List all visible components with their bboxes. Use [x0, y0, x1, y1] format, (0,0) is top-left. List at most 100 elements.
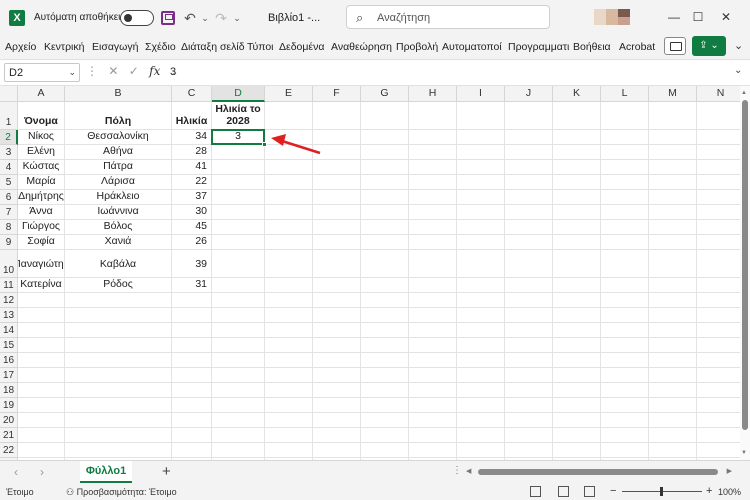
scroll-right-icon[interactable]: ▶: [727, 467, 732, 475]
grid-cell[interactable]: [361, 130, 409, 145]
grid-cell[interactable]: [553, 383, 601, 398]
table-cell[interactable]: Μαρία: [18, 175, 65, 190]
tab-review[interactable]: Αναθεώρηση: [331, 41, 392, 53]
column-header[interactable]: G: [361, 86, 409, 102]
table-cell[interactable]: Όνομα: [18, 102, 65, 130]
grid-cell[interactable]: [265, 160, 313, 175]
table-cell[interactable]: Άννα: [18, 205, 65, 220]
grid-cell[interactable]: [649, 323, 697, 338]
grid-cell[interactable]: [212, 308, 265, 323]
grid-cell[interactable]: [601, 278, 649, 293]
sheet-tab[interactable]: Φύλλο1: [80, 461, 132, 483]
grid-cell[interactable]: [361, 368, 409, 383]
column-header[interactable]: F: [313, 86, 361, 102]
grid-cell[interactable]: [601, 205, 649, 220]
grid-cell[interactable]: [361, 293, 409, 308]
grid-cell[interactable]: [697, 190, 740, 205]
grid-cell[interactable]: [172, 323, 212, 338]
page-layout-view-icon[interactable]: [558, 486, 569, 497]
grid-cell[interactable]: [409, 398, 457, 413]
grid-cell[interactable]: [649, 383, 697, 398]
table-cell[interactable]: Αθήνα: [65, 145, 172, 160]
grid-cell[interactable]: [313, 338, 361, 353]
accessibility-status[interactable]: ⚇ Προσβασιμότητα: Έτοιμο: [66, 487, 177, 498]
grid-cell[interactable]: [313, 205, 361, 220]
row-header[interactable]: 2: [0, 130, 18, 145]
grid-cell[interactable]: [697, 368, 740, 383]
grid-cell[interactable]: [172, 428, 212, 443]
grid-cell[interactable]: [601, 338, 649, 353]
row-header[interactable]: 6: [0, 190, 18, 205]
grid-cell[interactable]: [265, 398, 313, 413]
grid-cell[interactable]: [553, 428, 601, 443]
grid-cell[interactable]: [649, 368, 697, 383]
grid-cell[interactable]: [457, 398, 505, 413]
grid-cell[interactable]: [18, 368, 65, 383]
grid-cell[interactable]: [457, 413, 505, 428]
grid-cell[interactable]: [265, 383, 313, 398]
row-header[interactable]: 14: [0, 323, 18, 338]
grid-cell[interactable]: [649, 190, 697, 205]
tab-data[interactable]: Δεδομένα: [279, 41, 324, 53]
grid-cell[interactable]: [601, 250, 649, 278]
grid-cell[interactable]: [457, 190, 505, 205]
grid-cell[interactable]: [409, 323, 457, 338]
grid-cell[interactable]: [313, 190, 361, 205]
grid-cell[interactable]: [553, 250, 601, 278]
grid-cell[interactable]: [18, 443, 65, 458]
grid-cell[interactable]: [649, 130, 697, 145]
avatar[interactable]: [594, 9, 636, 25]
zoom-slider-knob[interactable]: [660, 487, 663, 496]
grid-cell[interactable]: [649, 250, 697, 278]
grid-cell[interactable]: [649, 220, 697, 235]
row-header[interactable]: 9: [0, 235, 18, 250]
insert-function-icon[interactable]: fx: [149, 64, 160, 78]
grid-cell[interactable]: [457, 235, 505, 250]
grid-cell[interactable]: [505, 338, 553, 353]
grid-cell[interactable]: [212, 293, 265, 308]
tab-draw[interactable]: Σχέδιο: [145, 41, 176, 53]
grid-cell[interactable]: [212, 428, 265, 443]
grid-cell[interactable]: [553, 443, 601, 458]
grid-cell[interactable]: [409, 293, 457, 308]
grid-cell[interactable]: [212, 353, 265, 368]
grid-cell[interactable]: [212, 398, 265, 413]
grid-cell[interactable]: [313, 398, 361, 413]
grid-cell[interactable]: [65, 353, 172, 368]
grid-cell[interactable]: [601, 413, 649, 428]
tab-insert[interactable]: Εισαγωγή: [92, 41, 138, 53]
grid-cell[interactable]: [457, 220, 505, 235]
grid-cell[interactable]: [265, 205, 313, 220]
zoom-in-icon[interactable]: +: [706, 485, 712, 497]
row-header[interactable]: 3: [0, 145, 18, 160]
table-cell[interactable]: Ηλικία: [172, 102, 212, 130]
grid-cell[interactable]: [553, 398, 601, 413]
grid-cell[interactable]: [409, 278, 457, 293]
grid-cell[interactable]: [505, 130, 553, 145]
tab-formulas[interactable]: Τύποι: [247, 41, 274, 53]
grid-cell[interactable]: [361, 353, 409, 368]
grid-cell[interactable]: [65, 323, 172, 338]
grid-cell[interactable]: [601, 102, 649, 130]
grid-cell[interactable]: [505, 278, 553, 293]
grid-cell[interactable]: [361, 235, 409, 250]
grid-cell[interactable]: [505, 398, 553, 413]
grid-cell[interactable]: [172, 338, 212, 353]
more-icon[interactable]: ⋮: [452, 465, 462, 476]
grid-cell[interactable]: [409, 235, 457, 250]
grid-cell[interactable]: [313, 175, 361, 190]
grid-cell[interactable]: [697, 205, 740, 220]
column-header[interactable]: L: [601, 86, 649, 102]
grid-cell[interactable]: [601, 398, 649, 413]
grid-cell[interactable]: [697, 220, 740, 235]
table-cell[interactable]: Λάρισα: [65, 175, 172, 190]
grid-cell[interactable]: [265, 323, 313, 338]
grid-cell[interactable]: [601, 175, 649, 190]
column-header[interactable]: K: [553, 86, 601, 102]
grid-cell[interactable]: [601, 235, 649, 250]
row-header[interactable]: 19: [0, 398, 18, 413]
grid-cell[interactable]: [409, 383, 457, 398]
grid-cell[interactable]: [649, 102, 697, 130]
grid-cell[interactable]: [601, 353, 649, 368]
grid-cell[interactable]: [212, 175, 265, 190]
